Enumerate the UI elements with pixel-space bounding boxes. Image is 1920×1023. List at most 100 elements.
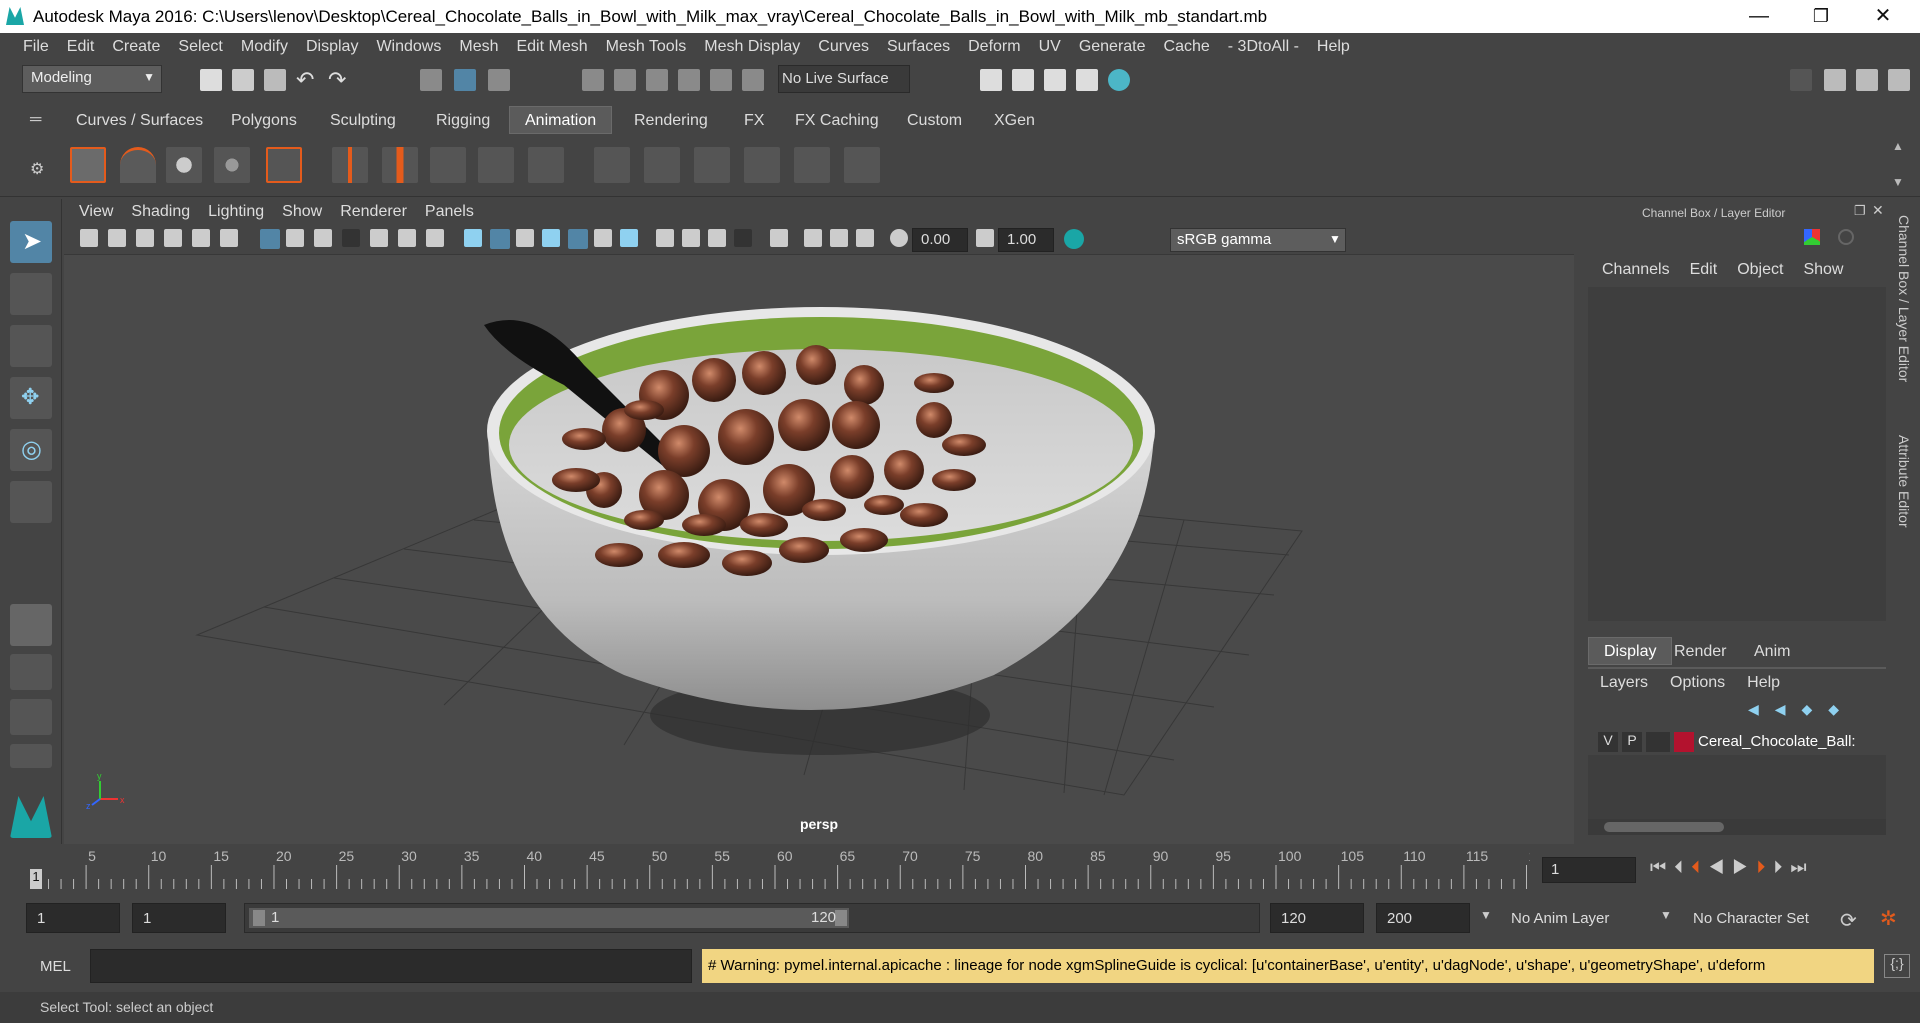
shelf-tab-curves-surfaces[interactable]: Curves / Surfaces: [60, 106, 219, 134]
sync-icon[interactable]: [1838, 229, 1854, 245]
use-all-lights-icon[interactable]: [568, 229, 588, 249]
lasso-tool-icon[interactable]: [10, 273, 52, 315]
menu-generate[interactable]: Generate: [1070, 38, 1155, 56]
layer-row[interactable]: V P Cereal_Chocolate_Ball:: [1588, 729, 1886, 755]
safe-title-icon[interactable]: [426, 229, 444, 247]
current-time-marker[interactable]: 1: [30, 869, 42, 889]
shelf-tab-fx[interactable]: FX: [728, 106, 780, 134]
minimize-button[interactable]: —: [1736, 0, 1782, 33]
parent-constraint-icon[interactable]: [594, 147, 630, 183]
textured-icon[interactable]: [542, 229, 560, 247]
depth-of-field-icon[interactable]: [708, 229, 726, 247]
layer-menu-help[interactable]: Help: [1747, 674, 1780, 692]
camera-attributes-icon[interactable]: [108, 229, 126, 247]
go-to-end-icon[interactable]: ⏭: [1790, 857, 1814, 877]
channel-menu-object[interactable]: Object: [1737, 261, 1783, 279]
select-tool-icon[interactable]: ➤: [10, 221, 52, 263]
viewport-menu-show[interactable]: Show: [273, 203, 331, 221]
snap-point-icon[interactable]: [646, 69, 668, 91]
xray-icon[interactable]: [770, 229, 788, 247]
wireframe-on-shaded-icon[interactable]: [516, 229, 534, 247]
layer-visibility-toggle[interactable]: V: [1598, 732, 1618, 752]
layer-name[interactable]: Cereal_Chocolate_Ball:: [1698, 733, 1856, 750]
snap-grid-icon[interactable]: [582, 69, 604, 91]
shelf-settings-gear-icon[interactable]: ⚙: [30, 159, 44, 179]
orient-constraint-icon[interactable]: [694, 147, 730, 183]
camera-select-icon[interactable]: [80, 229, 98, 247]
shelf-tab-rigging[interactable]: Rigging: [420, 106, 506, 134]
range-start-grip[interactable]: [253, 910, 265, 926]
dope-sheet-icon[interactable]: [166, 147, 202, 183]
exposure-icon[interactable]: [890, 229, 908, 247]
gamma-icon[interactable]: [976, 229, 994, 247]
pole-vector-constraint-icon[interactable]: [844, 147, 880, 183]
redo-icon[interactable]: ↷: [328, 67, 346, 93]
anim-layer-select[interactable]: No Anim Layer: [1500, 903, 1642, 933]
color-space-select[interactable]: sRGB gamma ▼: [1170, 228, 1346, 252]
play-backwards-icon[interactable]: ◀: [1708, 857, 1732, 877]
grease-pencil-icon[interactable]: [220, 229, 238, 247]
shelf-tab-fx-caching[interactable]: FX Caching: [779, 106, 895, 134]
set-breakdown-icon[interactable]: [382, 147, 418, 183]
3d-scene-view[interactable]: x y z: [64, 255, 1574, 844]
gate-mask-icon[interactable]: [342, 229, 360, 247]
persp-outliner-layout-icon[interactable]: [10, 699, 52, 735]
chevron-down-icon[interactable]: ▼: [1480, 908, 1492, 922]
ipr-render-icon[interactable]: [1044, 69, 1066, 91]
menu-help[interactable]: Help: [1308, 38, 1359, 56]
shelf-tab-sculpting[interactable]: Sculpting: [314, 106, 412, 134]
single-perspective-layout-icon[interactable]: [10, 604, 52, 646]
script-editor-icon[interactable]: {;}: [1884, 954, 1910, 978]
grid-toggle-icon[interactable]: [260, 229, 280, 249]
bookmark-icon[interactable]: [136, 229, 154, 247]
menu-uv[interactable]: UV: [1030, 38, 1070, 56]
image-plane-icon[interactable]: [164, 229, 182, 247]
menu-mesh-display[interactable]: Mesh Display: [695, 38, 809, 56]
ambient-occlusion-icon[interactable]: [620, 229, 638, 247]
viewport-menu-shading[interactable]: Shading: [122, 203, 199, 221]
viewport-panel[interactable]: View Shading Lighting Show Renderer Pane…: [64, 199, 1574, 844]
gamma-field[interactable]: 1.00: [998, 228, 1054, 252]
close-panel-icon[interactable]: ✕: [1872, 202, 1884, 219]
save-scene-icon[interactable]: [264, 69, 286, 91]
key-scale-icon[interactable]: [528, 147, 564, 183]
aim-constraint-icon[interactable]: [794, 147, 830, 183]
anti-aliasing-icon[interactable]: [682, 229, 700, 247]
side-tab-attribute-editor[interactable]: Attribute Editor: [1896, 435, 1912, 528]
range-end-grip[interactable]: [835, 910, 847, 926]
step-forward-frame-icon[interactable]: ⏵: [1773, 857, 1790, 877]
viewport-menu-panels[interactable]: Panels: [416, 203, 483, 221]
layer-type-toggle[interactable]: [1646, 732, 1670, 752]
menu-create[interactable]: Create: [103, 38, 169, 56]
step-back-frame-icon[interactable]: ⏴: [1674, 857, 1691, 877]
undo-icon[interactable]: ↶: [296, 67, 314, 93]
layer-tab-anim[interactable]: Anim: [1738, 637, 1806, 665]
channel-menu-channels[interactable]: Channels: [1602, 261, 1670, 279]
script-language-label[interactable]: MEL: [40, 958, 71, 975]
xray-components-icon[interactable]: [830, 229, 848, 247]
menu-cache[interactable]: Cache: [1155, 38, 1219, 56]
menu-curves[interactable]: Curves: [809, 38, 878, 56]
scale-constraint-icon[interactable]: [744, 147, 780, 183]
shelf-scroll-down-icon[interactable]: ▼: [1892, 175, 1904, 189]
render-current-frame-icon[interactable]: [1012, 69, 1034, 91]
channel-box-toggle-icon[interactable]: [1888, 69, 1910, 91]
command-input[interactable]: [90, 949, 692, 983]
play-forwards-icon[interactable]: ▶: [1732, 857, 1756, 877]
menu-surfaces[interactable]: Surfaces: [878, 38, 959, 56]
side-tab-channel-box[interactable]: Channel Box / Layer Editor: [1896, 215, 1912, 382]
menu-mesh-tools[interactable]: Mesh Tools: [597, 38, 696, 56]
film-gate-icon[interactable]: [286, 229, 304, 247]
tool-settings-toggle-icon[interactable]: [1856, 69, 1878, 91]
select-object-icon[interactable]: [454, 69, 476, 91]
render-settings-icon[interactable]: [1076, 69, 1098, 91]
layer-menu-options[interactable]: Options: [1670, 674, 1725, 692]
2d-pan-zoom-icon[interactable]: [192, 229, 210, 247]
new-scene-icon[interactable]: [200, 69, 222, 91]
rotate-tool-icon[interactable]: ◎: [10, 429, 52, 471]
current-frame-field[interactable]: 1: [1542, 857, 1636, 883]
smooth-shade-icon[interactable]: [490, 229, 510, 249]
close-button[interactable]: ✕: [1860, 0, 1906, 33]
auto-key-icon[interactable]: ⟳: [1840, 908, 1857, 933]
select-hierarchy-icon[interactable]: [420, 69, 442, 91]
